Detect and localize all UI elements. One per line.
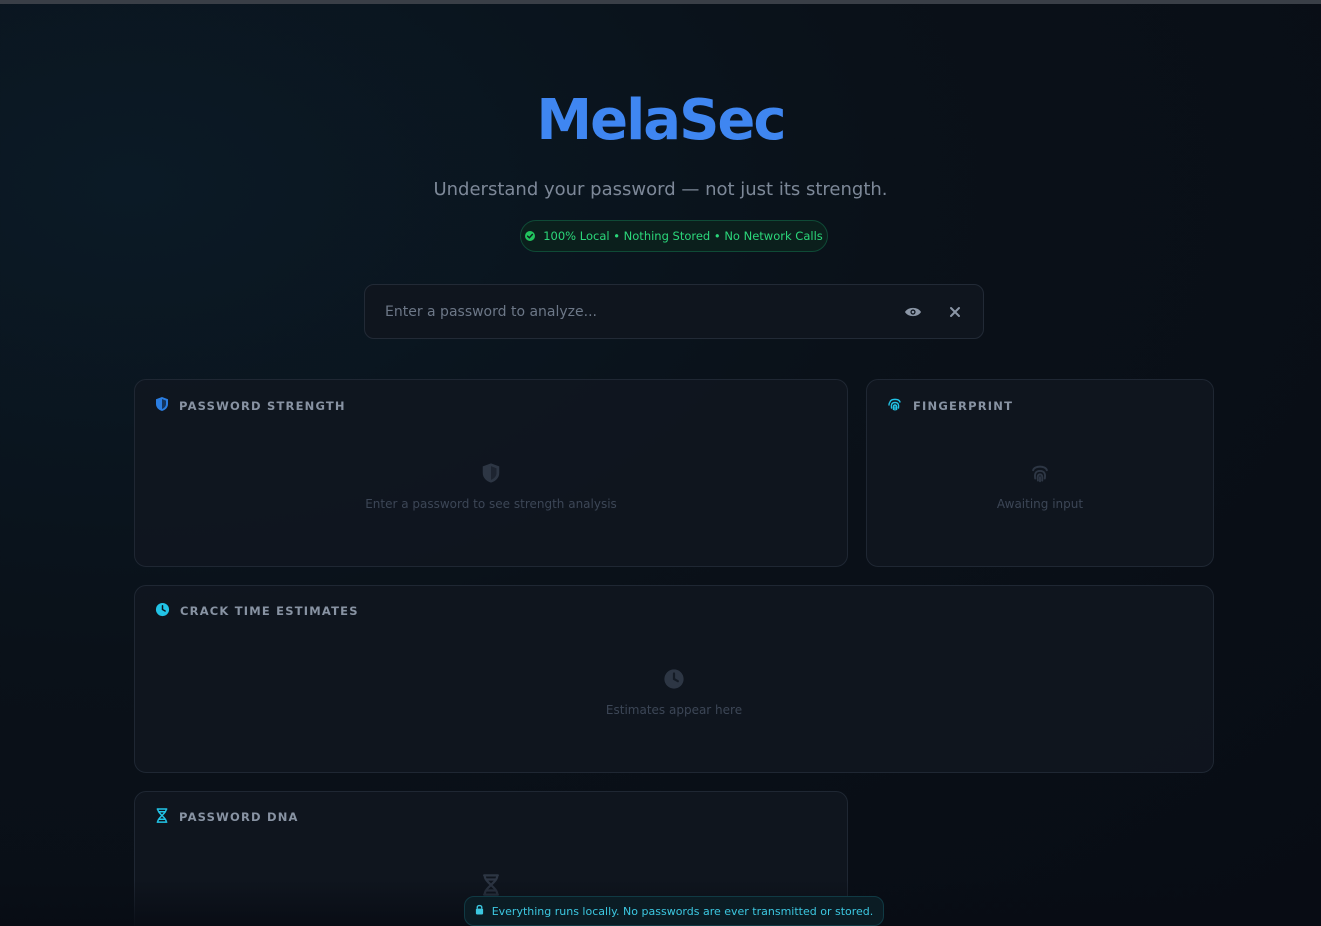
check-circle-icon (525, 231, 536, 241)
fingerprint-icon (887, 396, 903, 415)
clock-icon (155, 602, 170, 620)
crack-time-empty-text: Estimates appear here (605, 703, 743, 717)
fingerprint-card: FINGERPRINT Awaiting input (866, 379, 1214, 567)
local-notice-text: Everything runs locally. No passwords ar… (491, 904, 874, 918)
window-top-bar (0, 0, 1321, 4)
dna-icon (155, 808, 169, 826)
password-input-box (364, 284, 984, 339)
dna-card-title: PASSWORD DNA (179, 810, 299, 824)
clock-placeholder-icon (663, 668, 685, 693)
fingerprint-empty-state: Awaiting input (867, 462, 1213, 511)
lock-icon (475, 904, 484, 918)
fingerprint-empty-text: Awaiting input (996, 497, 1084, 511)
crack-time-card-title: CRACK TIME ESTIMATES (180, 604, 359, 618)
strength-card-header: PASSWORD STRENGTH (155, 396, 346, 415)
shield-placeholder-icon (481, 462, 501, 487)
eye-icon[interactable] (901, 300, 925, 324)
dna-card-header: PASSWORD DNA (155, 808, 299, 826)
crack-time-empty-state: Estimates appear here (135, 668, 1213, 717)
privacy-badge: 100% Local • Nothing Stored • No Network… (520, 220, 828, 252)
strength-empty-state: Enter a password to see strength analysi… (135, 462, 847, 511)
local-notice-pill: Everything runs locally. No passwords ar… (464, 896, 884, 926)
close-icon[interactable] (943, 300, 967, 324)
strength-card: PASSWORD STRENGTH Enter a password to se… (134, 379, 848, 567)
privacy-badge-text: 100% Local • Nothing Stored • No Network… (543, 229, 823, 243)
password-input[interactable] (385, 303, 883, 320)
crack-time-card: CRACK TIME ESTIMATES Estimates appear he… (134, 585, 1214, 773)
strength-card-title: PASSWORD STRENGTH (179, 398, 346, 413)
crack-time-card-header: CRACK TIME ESTIMATES (155, 602, 359, 620)
fingerprint-card-header: FINGERPRINT (887, 396, 1013, 415)
shield-icon (155, 396, 169, 415)
strength-empty-text: Enter a password to see strength analysi… (365, 497, 617, 511)
tagline: Understand your password — not just its … (433, 179, 888, 200)
app-logo: MelaSec (536, 88, 786, 153)
fingerprint-card-title: FINGERPRINT (913, 398, 1014, 413)
fingerprint-placeholder-icon (1029, 462, 1051, 487)
